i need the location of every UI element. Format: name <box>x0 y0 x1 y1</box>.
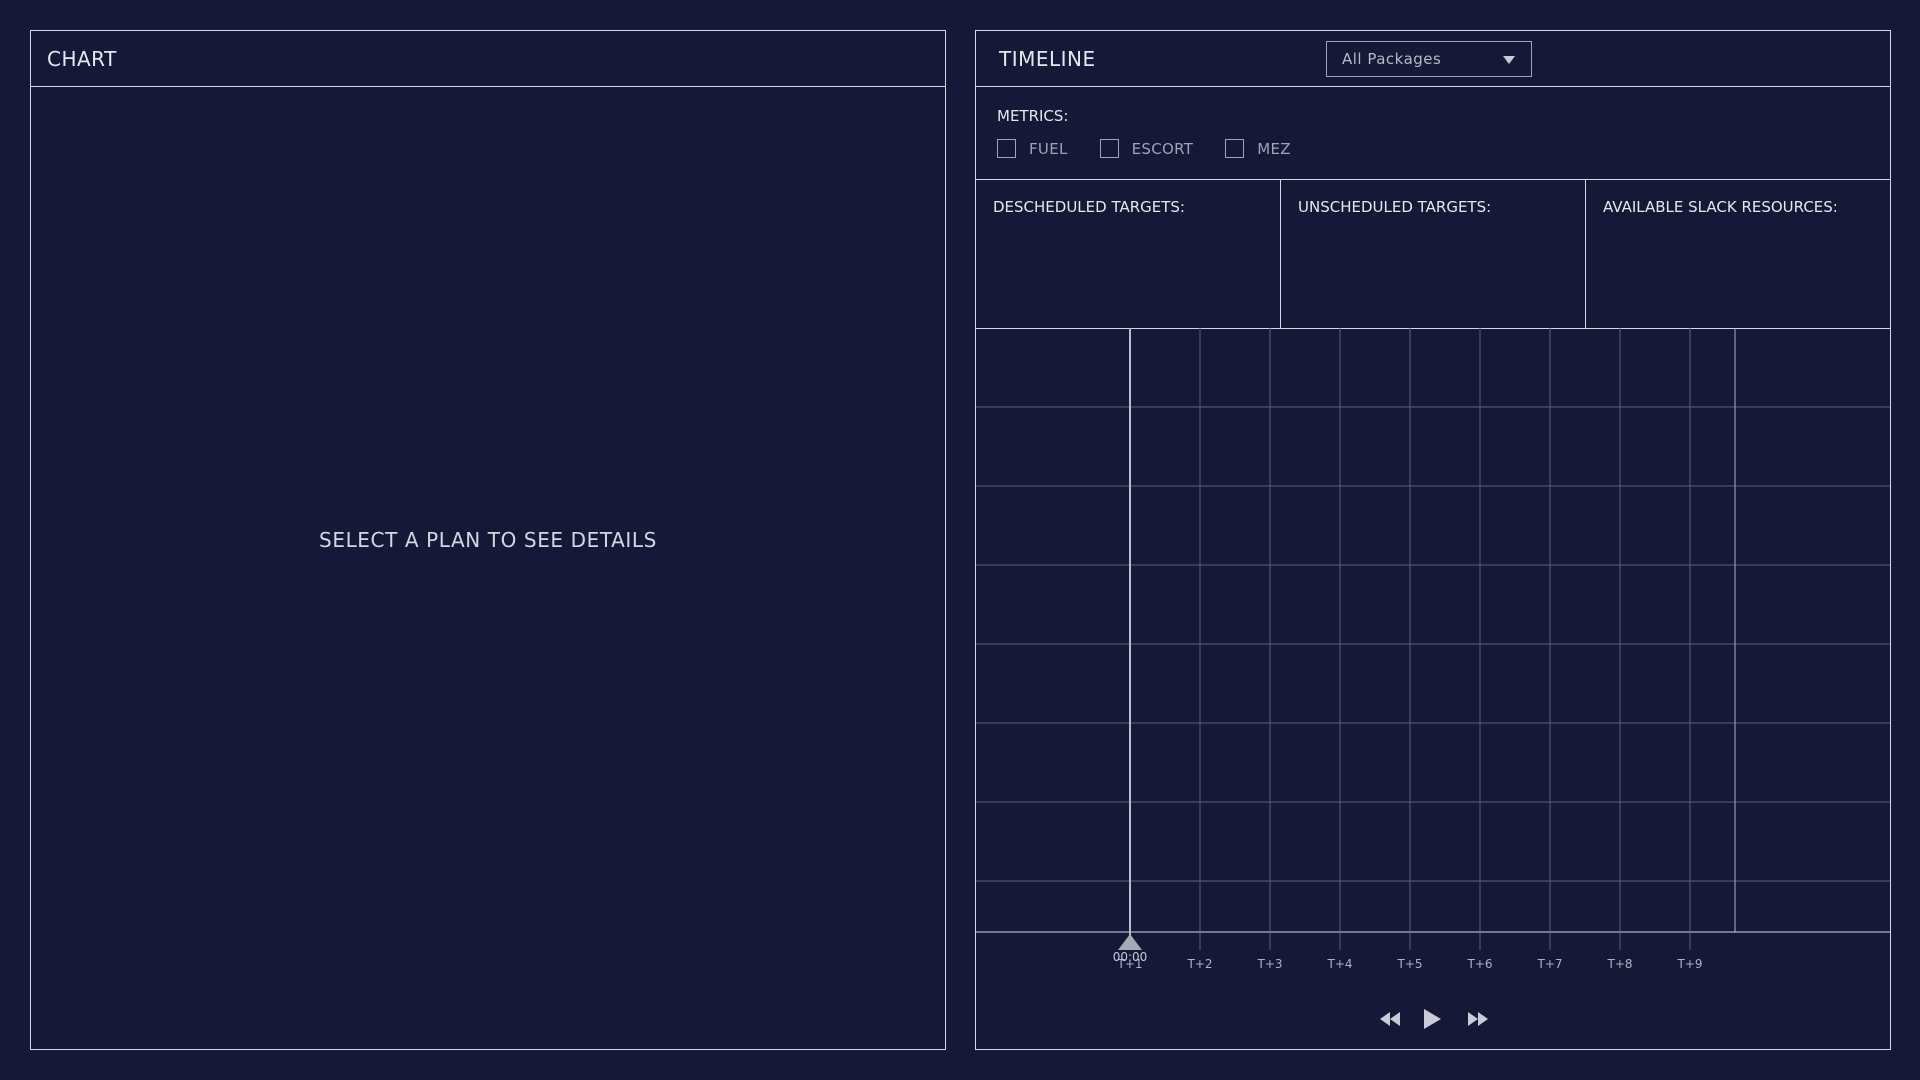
timeline-tick-label: T+7 <box>1536 957 1562 971</box>
grid-lines <box>976 328 1890 932</box>
package-select[interactable]: All Packages <box>1326 41 1532 77</box>
metric-label-fuel: FUEL <box>1029 139 1068 158</box>
slack-resources-box: AVAILABLE SLACK RESOURCES: <box>1585 180 1890 328</box>
chart-header: CHART <box>31 31 945 87</box>
timeline-tick-label: T+5 <box>1396 957 1422 971</box>
descheduled-targets-box: DESCHEDULED TARGETS: <box>976 180 1280 328</box>
metric-checkbox-escort[interactable]: ESCORT <box>1099 139 1194 158</box>
metrics-section: METRICS: FUEL ESCORT MEZ <box>976 87 1890 180</box>
time-cursor-label: 00:00 <box>1113 950 1148 964</box>
metric-checkbox-mez[interactable]: MEZ <box>1225 139 1291 158</box>
descheduled-targets-title: DESCHEDULED TARGETS: <box>993 198 1185 216</box>
timeline-tick-label: T+6 <box>1466 957 1492 971</box>
timeline-title: TIMELINE <box>999 46 1096 71</box>
timeline-tick-label: T+8 <box>1606 957 1632 971</box>
fast-forward-icon[interactable] <box>1466 1010 1490 1028</box>
checkbox-icon[interactable] <box>997 139 1016 158</box>
timeline-tick-label: T+3 <box>1256 957 1282 971</box>
slack-resources-title: AVAILABLE SLACK RESOURCES: <box>1603 198 1838 216</box>
timeline-tick-label: T+2 <box>1186 957 1212 971</box>
targets-section: DESCHEDULED TARGETS: UNSCHEDULED TARGETS… <box>976 180 1890 329</box>
metric-checkbox-fuel[interactable]: FUEL <box>997 139 1068 158</box>
play-icon[interactable] <box>1422 1008 1442 1030</box>
package-select-value: All Packages <box>1342 50 1442 68</box>
chart-placeholder-message: SELECT A PLAN TO SEE DETAILS <box>319 528 657 552</box>
timeline-grid[interactable]: T+1 T+2 T+3 T+4 T+5 T+6 T+7 T+8 T+9 00:00 <box>976 328 1890 990</box>
timeline-tick-label: T+4 <box>1326 957 1352 971</box>
rewind-icon[interactable] <box>1378 1010 1402 1028</box>
checkbox-icon[interactable] <box>1225 139 1245 158</box>
unscheduled-targets-title: UNSCHEDULED TARGETS: <box>1298 198 1492 216</box>
metrics-label: METRICS: <box>997 107 1069 125</box>
time-cursor-handle-icon[interactable] <box>1118 934 1142 950</box>
chart-panel: CHART SELECT A PLAN TO SEE DETAILS <box>30 30 946 1050</box>
timeline-tick-label: T+9 <box>1676 957 1702 971</box>
timeline-header: TIMELINE All Packages <box>976 31 1890 87</box>
chevron-down-icon <box>1503 56 1515 64</box>
metric-label-mez: MEZ <box>1257 139 1291 158</box>
playback-controls <box>976 992 1890 1050</box>
metric-label-escort: ESCORT <box>1131 139 1194 158</box>
metrics-checkboxes: FUEL ESCORT MEZ <box>997 139 1323 158</box>
timeline-panel: TIMELINE All Packages METRICS: FUEL ESCO… <box>975 30 1891 1050</box>
unscheduled-targets-box: UNSCHEDULED TARGETS: <box>1280 180 1585 328</box>
chart-title: CHART <box>47 46 117 71</box>
timeline-ticks: T+1 T+2 T+3 T+4 T+5 T+6 T+7 T+8 T+9 <box>1116 932 1703 971</box>
checkbox-icon[interactable] <box>1099 139 1119 158</box>
